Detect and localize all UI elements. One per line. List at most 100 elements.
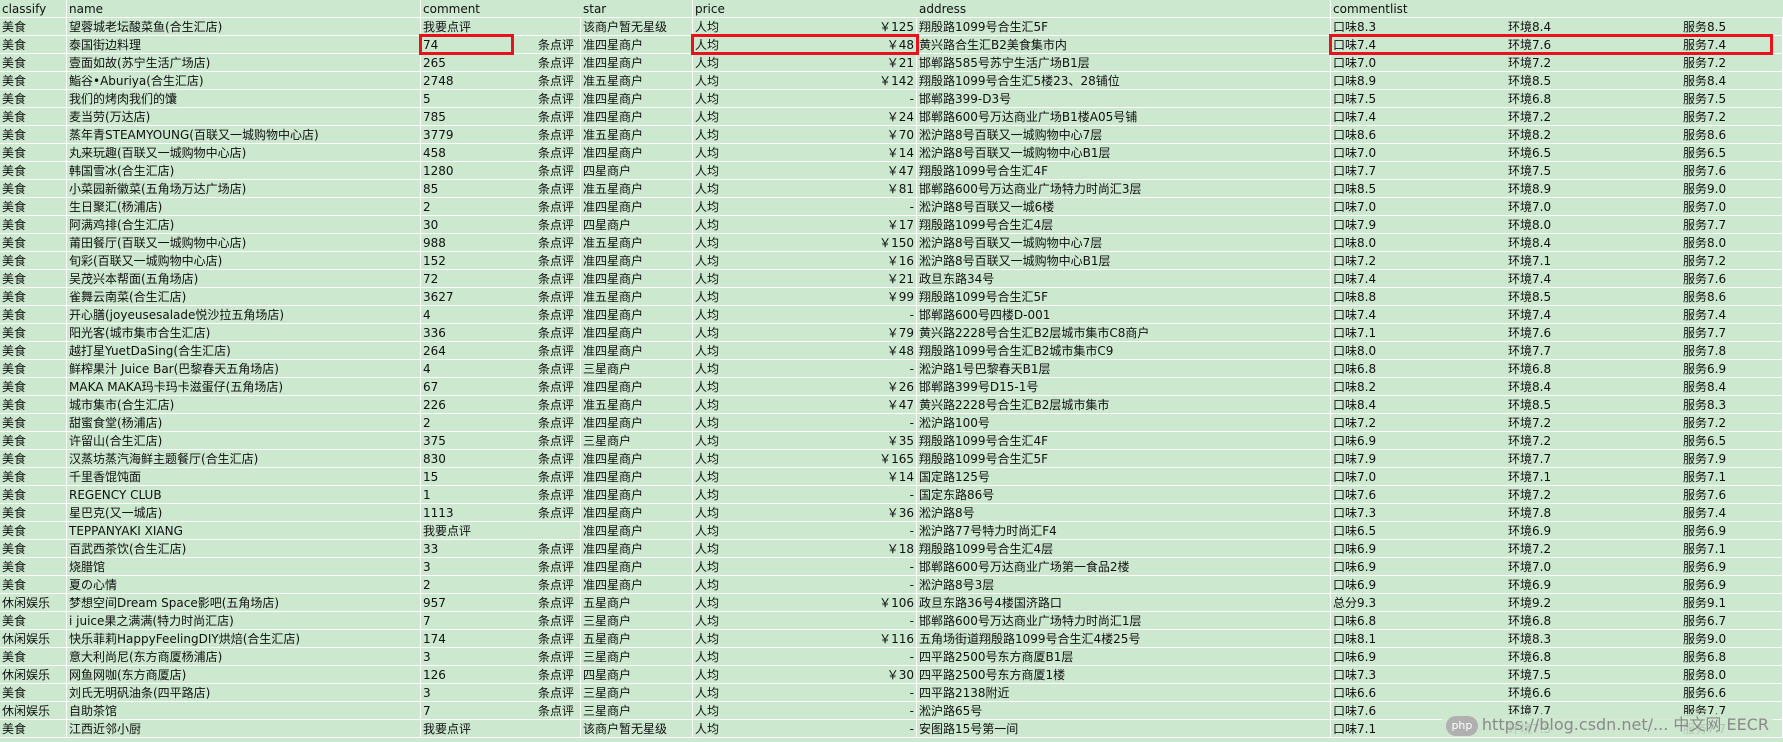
- cell-star[interactable]: 准四星商户: [581, 108, 693, 126]
- cell-taste-score[interactable]: 口味8.5: [1331, 180, 1506, 198]
- cell-comment-count[interactable]: 33: [421, 540, 511, 558]
- cell-name[interactable]: 莆田餐厅(百联又一城购物中心店): [67, 234, 421, 252]
- cell-env-score[interactable]: 环境8.9: [1506, 180, 1681, 198]
- cell-env-score[interactable]: 环境8.5: [1506, 396, 1681, 414]
- cell-classify[interactable]: 美食: [0, 198, 67, 216]
- cell-classify[interactable]: 休闲娱乐: [0, 630, 67, 648]
- cell-service-score[interactable]: 服务8.6: [1681, 288, 1783, 306]
- cell-name[interactable]: 汉蒸坊蒸汽海鲜主题餐厅(合生汇店): [67, 450, 421, 468]
- cell-taste-score[interactable]: 口味7.4: [1331, 306, 1506, 324]
- cell-address[interactable]: 翔殷路1099号合生汇4F: [917, 162, 1331, 180]
- cell-taste-score[interactable]: 口味7.0: [1331, 468, 1506, 486]
- cell-comment-count[interactable]: 2: [421, 414, 511, 432]
- cell-taste-score[interactable]: 口味8.0: [1331, 234, 1506, 252]
- cell-classify[interactable]: 美食: [0, 270, 67, 288]
- cell-taste-score[interactable]: 口味8.2: [1331, 378, 1506, 396]
- cell-price-prefix[interactable]: 人均: [693, 324, 773, 342]
- cell-comment-count[interactable]: 5: [421, 90, 511, 108]
- cell-env-score[interactable]: 环境6.9: [1506, 522, 1681, 540]
- cell-comment-count[interactable]: 152: [421, 252, 511, 270]
- cell-comment-suffix[interactable]: 条点评: [511, 36, 581, 54]
- cell-price-value[interactable]: -: [773, 720, 917, 738]
- cell-name[interactable]: 鲜榨果汁 Juice Bar(巴黎春天五角场店): [67, 360, 421, 378]
- cell-price-value[interactable]: ￥106: [773, 594, 917, 612]
- cell-service-score[interactable]: 服务6.6: [1681, 684, 1783, 702]
- cell-price-prefix[interactable]: 人均: [693, 36, 773, 54]
- cell-star[interactable]: 准四星商户: [581, 270, 693, 288]
- cell-taste-score[interactable]: 口味6.9: [1331, 648, 1506, 666]
- cell-env-score[interactable]: 环境8.5: [1506, 72, 1681, 90]
- cell-price-prefix[interactable]: 人均: [693, 486, 773, 504]
- cell-price-prefix[interactable]: 人均: [693, 306, 773, 324]
- cell-service-score[interactable]: 服务6.9: [1681, 522, 1783, 540]
- cell-service-score[interactable]: 服务7.2: [1681, 108, 1783, 126]
- cell-price-value[interactable]: ￥35: [773, 432, 917, 450]
- cell-classify[interactable]: 美食: [0, 396, 67, 414]
- cell-comment-suffix[interactable]: 条点评: [511, 162, 581, 180]
- cell-address[interactable]: 政旦东路34号: [917, 270, 1331, 288]
- cell-address[interactable]: 政旦东路36号4楼国济路口: [917, 594, 1331, 612]
- cell-price-value[interactable]: ￥48: [773, 342, 917, 360]
- cell-comment-count[interactable]: 988: [421, 234, 511, 252]
- cell-price-prefix[interactable]: 人均: [693, 432, 773, 450]
- cell-star[interactable]: 五星商户: [581, 594, 693, 612]
- cell-price-value[interactable]: ￥36: [773, 504, 917, 522]
- cell-price-value[interactable]: ￥125: [773, 18, 917, 36]
- cell-address[interactable]: 邯郸路600号万达商业广场特力时尚汇1层: [917, 612, 1331, 630]
- cell-star[interactable]: 四星商户: [581, 216, 693, 234]
- cell-price-value[interactable]: -: [773, 612, 917, 630]
- cell-classify[interactable]: 美食: [0, 450, 67, 468]
- cell-price-value[interactable]: -: [773, 414, 917, 432]
- cell-name[interactable]: 泰国街边料理: [67, 36, 421, 54]
- cell-taste-score[interactable]: 口味7.3: [1331, 666, 1506, 684]
- cell-env-score[interactable]: 环境8.4: [1506, 234, 1681, 252]
- cell-service-score[interactable]: 服务8.6: [1681, 126, 1783, 144]
- cell-star[interactable]: 四星商户: [581, 162, 693, 180]
- cell-comment-suffix[interactable]: 条点评: [511, 216, 581, 234]
- cell-price-prefix[interactable]: 人均: [693, 648, 773, 666]
- cell-comment-count[interactable]: 3: [421, 558, 511, 576]
- cell-classify[interactable]: 美食: [0, 144, 67, 162]
- cell-classify[interactable]: 美食: [0, 576, 67, 594]
- cell-address[interactable]: 国定路125号: [917, 468, 1331, 486]
- cell-address[interactable]: 翔殷路1099号合生汇4层: [917, 540, 1331, 558]
- cell-taste-score[interactable]: 口味7.9: [1331, 216, 1506, 234]
- cell-price-prefix[interactable]: 人均: [693, 702, 773, 720]
- cell-service-score[interactable]: 服务7.2: [1681, 252, 1783, 270]
- cell-comment-count[interactable]: 2: [421, 198, 511, 216]
- cell-star[interactable]: 准四星商户: [581, 54, 693, 72]
- cell-env-score[interactable]: 环境8.3: [1506, 630, 1681, 648]
- cell-comment-suffix[interactable]: 条点评: [511, 288, 581, 306]
- cell-classify[interactable]: 美食: [0, 522, 67, 540]
- cell-price-prefix[interactable]: 人均: [693, 522, 773, 540]
- cell-price-value[interactable]: ￥79: [773, 324, 917, 342]
- cell-env-score[interactable]: 环境7.5: [1506, 162, 1681, 180]
- cell-env-score[interactable]: 环境7.8: [1506, 504, 1681, 522]
- cell-comment-count[interactable]: 174: [421, 630, 511, 648]
- cell-taste-score[interactable]: 口味6.9: [1331, 576, 1506, 594]
- cell-address[interactable]: 淞沪路8号3层: [917, 576, 1331, 594]
- cell-price-value[interactable]: -: [773, 576, 917, 594]
- cell-comment-count[interactable]: 2: [421, 576, 511, 594]
- cell-price-value[interactable]: ￥70: [773, 126, 917, 144]
- cell-star[interactable]: 准四星商户: [581, 306, 693, 324]
- cell-name[interactable]: 韩国雪冰(合生汇店): [67, 162, 421, 180]
- cell-address[interactable]: 五角场街道翔殷路1099号合生汇4楼25号: [917, 630, 1331, 648]
- cell-name[interactable]: MAKA MAKA玛卡玛卡滋蛋仔(五角场店): [67, 378, 421, 396]
- cell-classify[interactable]: 美食: [0, 612, 67, 630]
- cell-comment-suffix[interactable]: 条点评: [511, 144, 581, 162]
- cell-comment-count[interactable]: 3: [421, 684, 511, 702]
- cell-comment-count[interactable]: 458: [421, 144, 511, 162]
- cell-name[interactable]: 夏の心情: [67, 576, 421, 594]
- cell-price-value[interactable]: -: [773, 558, 917, 576]
- cell-env-score[interactable]: 环境8.4: [1506, 18, 1681, 36]
- cell-name[interactable]: 丸来玩趣(百联又一城购物中心店): [67, 144, 421, 162]
- cell-name[interactable]: 壹面如故(苏宁生活广场店): [67, 54, 421, 72]
- cell-price-value[interactable]: ￥142: [773, 72, 917, 90]
- cell-env-score[interactable]: 环境6.9: [1506, 576, 1681, 594]
- cell-service-score[interactable]: 服务8.4: [1681, 378, 1783, 396]
- cell-star[interactable]: 准四星商户: [581, 90, 693, 108]
- cell-comment-count[interactable]: 我要点评: [421, 720, 511, 738]
- cell-star[interactable]: 三星商户: [581, 648, 693, 666]
- cell-comment-count[interactable]: 72: [421, 270, 511, 288]
